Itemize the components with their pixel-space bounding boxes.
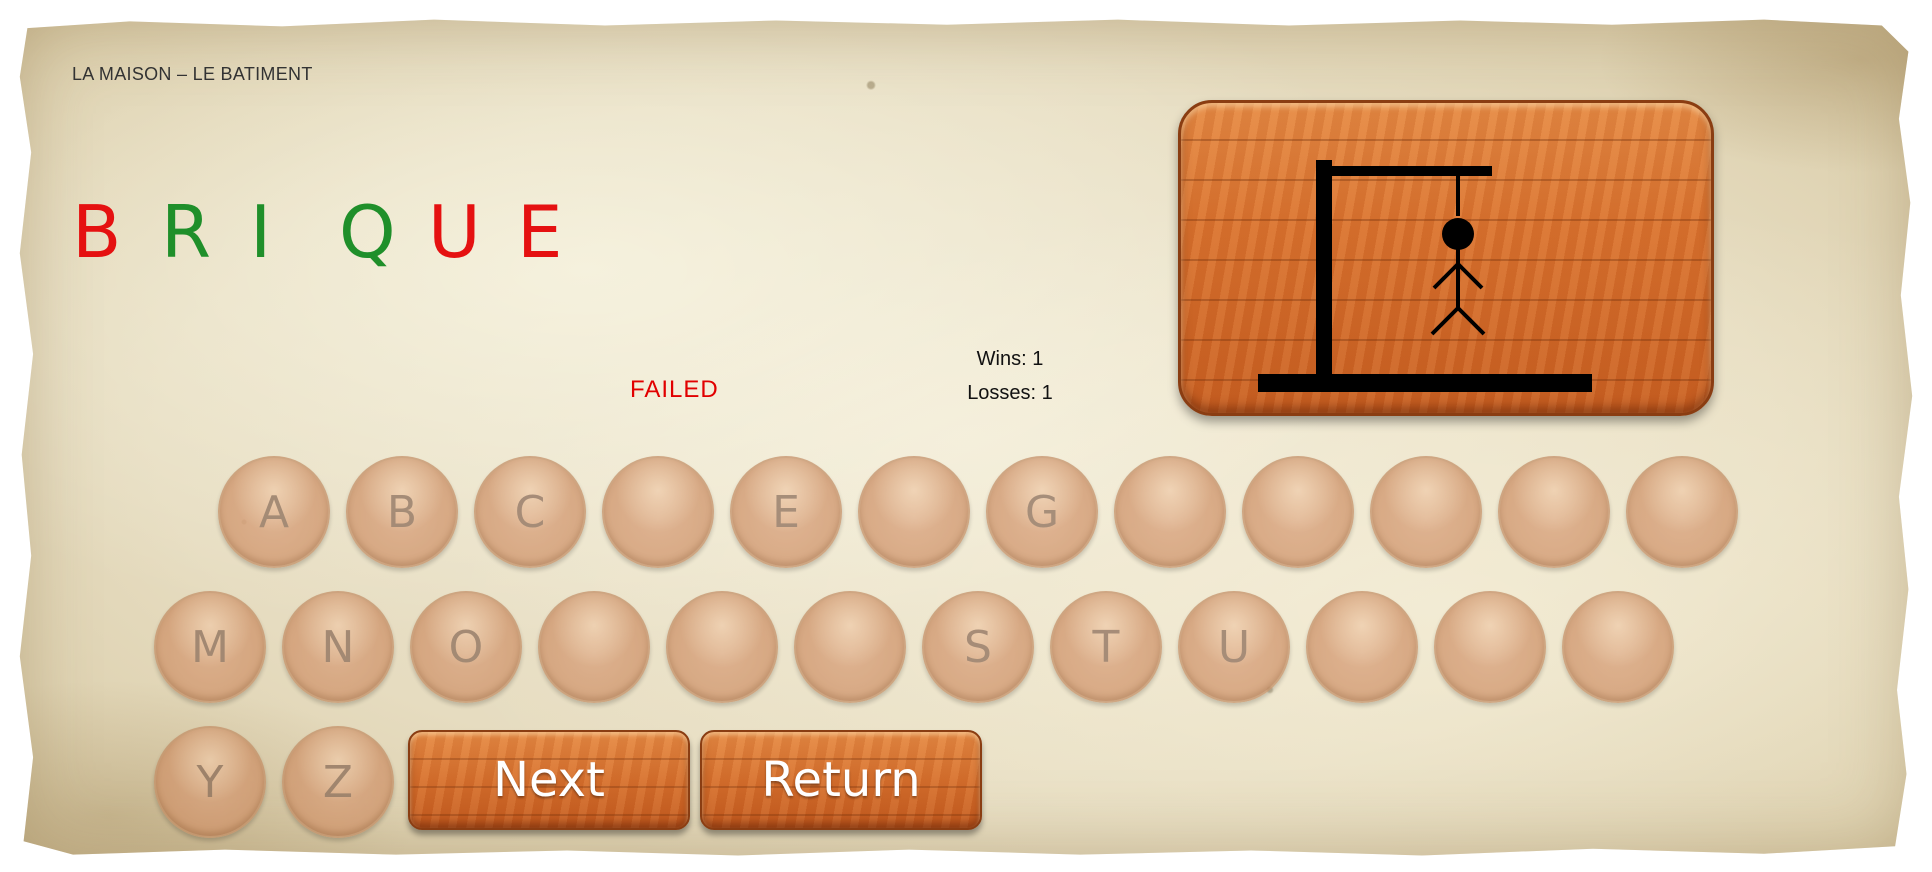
word-letter: U — [428, 190, 481, 274]
key-p[interactable] — [538, 591, 650, 703]
key-f[interactable] — [858, 456, 970, 568]
key-y[interactable]: Y — [154, 726, 266, 838]
wins-count: Wins: 1 — [976, 348, 1044, 370]
key-w[interactable] — [1434, 591, 1546, 703]
key-d[interactable] — [602, 456, 714, 568]
word-letter: Q — [339, 190, 396, 274]
key-e[interactable]: E — [730, 456, 842, 568]
word-letter: I — [250, 190, 272, 274]
game-status: FAILED — [630, 376, 719, 403]
key-r[interactable] — [794, 591, 906, 703]
key-g[interactable]: G — [986, 456, 1098, 568]
key-a[interactable]: A — [218, 456, 330, 568]
next-button[interactable]: Next — [408, 730, 690, 830]
score-panel: Wins: 1 Losses: 1 — [960, 342, 1060, 410]
key-b[interactable]: B — [346, 456, 458, 568]
key-t[interactable]: T — [1050, 591, 1162, 703]
category-label: LA MAISON – LE BATIMENT — [72, 64, 313, 84]
key-q[interactable] — [666, 591, 778, 703]
key-m[interactable]: M — [154, 591, 266, 703]
key-l[interactable] — [1626, 456, 1738, 568]
key-o[interactable]: O — [410, 591, 522, 703]
word-letter: B — [72, 190, 122, 274]
key-s[interactable]: S — [922, 591, 1034, 703]
key-c[interactable]: C — [474, 456, 586, 568]
gallows-hangman-icon — [1258, 160, 1592, 392]
key-u[interactable]: U — [1178, 591, 1290, 703]
key-j[interactable] — [1370, 456, 1482, 568]
word-letter: E — [517, 190, 563, 274]
key-n[interactable]: N — [282, 591, 394, 703]
word-letter: R — [161, 190, 212, 274]
key-x[interactable] — [1562, 591, 1674, 703]
key-i[interactable] — [1242, 456, 1354, 568]
word-display: B R I Q U E — [72, 192, 606, 272]
return-button[interactable]: Return — [700, 730, 982, 830]
losses-count: Losses: 1 — [967, 382, 1053, 404]
key-k[interactable] — [1498, 456, 1610, 568]
key-v[interactable] — [1306, 591, 1418, 703]
game-screen: LA MAISON – LE BATIMENT B R I Q U E FAIL… — [0, 0, 1932, 872]
key-z[interactable]: Z — [282, 726, 394, 838]
key-h[interactable] — [1114, 456, 1226, 568]
